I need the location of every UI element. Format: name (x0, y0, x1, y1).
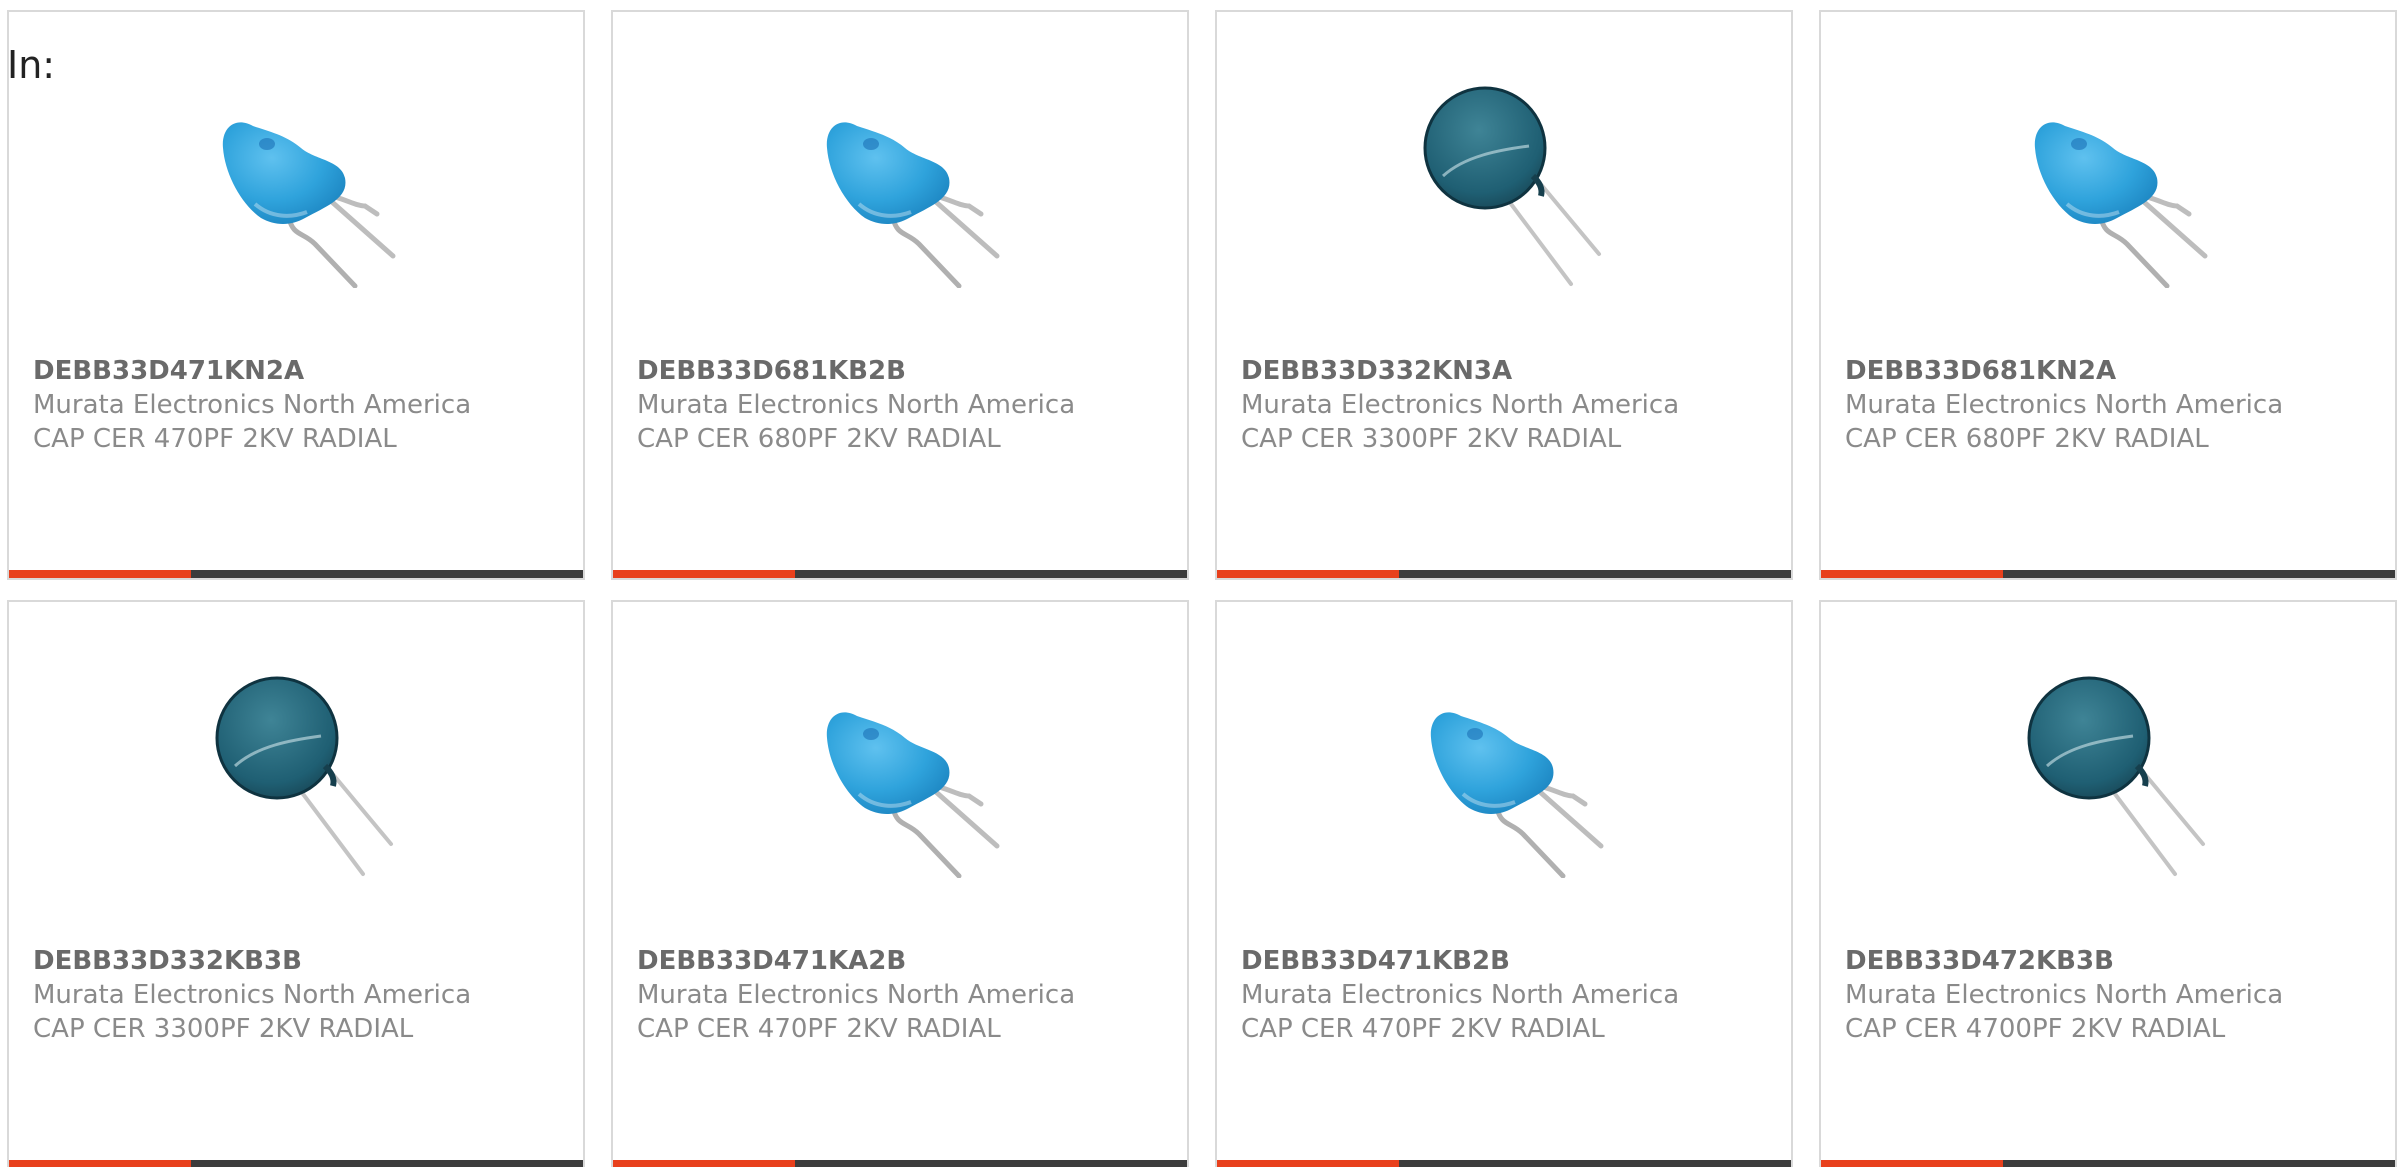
teal-disc-capacitor-icon (2007, 676, 2213, 878)
product-card[interactable]: DEBB33D472KB3B Murata Electronics North … (1819, 600, 2397, 1167)
blue-disc-capacitor-icon (1403, 676, 1609, 878)
teal-disc-capacitor-icon (1403, 86, 1609, 288)
product-card[interactable]: DEBB33D681KB2B Murata Electronics North … (611, 10, 1189, 580)
product-card[interactable]: DEBB33D681KN2A Murata Electronics North … (1819, 10, 2397, 580)
card-footer-bar (1217, 1160, 1791, 1167)
manufacturer-text: Murata Electronics North America (1845, 390, 2284, 420)
description-text: CAP CER 680PF 2KV RADIAL (637, 424, 1001, 454)
card-footer-bar (9, 570, 583, 578)
part-number-link[interactable]: DEBB33D472KB3B (1845, 944, 2385, 978)
manufacturer-text: Murata Electronics North America (1845, 980, 2284, 1010)
product-card[interactable]: DEBB33D471KB2B Murata Electronics North … (1215, 600, 1793, 1167)
teal-disc-capacitor-icon (195, 676, 401, 878)
product-card[interactable]: DEBB33D332KN3A Murata Electronics North … (1215, 10, 1793, 580)
card-footer-bar (1821, 570, 2395, 578)
card-accent-bar (1821, 1160, 2003, 1167)
part-number-link[interactable]: DEBB33D681KN2A (1845, 354, 2385, 388)
product-grid: DEBB33D471KN2A Murata Electronics North … (7, 10, 2400, 1167)
blue-disc-capacitor-icon (799, 86, 1005, 288)
product-card[interactable]: DEBB33D471KA2B Murata Electronics North … (611, 600, 1189, 1167)
manufacturer-text: Murata Electronics North America (33, 390, 472, 420)
card-footer-bar (613, 570, 1187, 578)
card-accent-bar (613, 1160, 795, 1167)
card-accent-bar (1821, 570, 2003, 578)
card-accent-bar (9, 570, 191, 578)
part-number-link[interactable]: DEBB33D471KN2A (33, 354, 573, 388)
description-text: CAP CER 680PF 2KV RADIAL (1845, 424, 2209, 454)
manufacturer-text: Murata Electronics North America (1241, 980, 1680, 1010)
manufacturer-text: Murata Electronics North America (637, 390, 1076, 420)
in-label: In: (7, 43, 56, 87)
description-text: CAP CER 4700PF 2KV RADIAL (1845, 1014, 2226, 1044)
part-number-link[interactable]: DEBB33D332KN3A (1241, 354, 1781, 388)
card-footer-bar (1821, 1160, 2395, 1167)
card-footer-bar (9, 1160, 583, 1167)
description-text: CAP CER 470PF 2KV RADIAL (1241, 1014, 1605, 1044)
manufacturer-text: Murata Electronics North America (1241, 390, 1680, 420)
manufacturer-text: Murata Electronics North America (33, 980, 472, 1010)
blue-disc-capacitor-icon (2007, 86, 2213, 288)
part-number-link[interactable]: DEBB33D471KB2B (1241, 944, 1781, 978)
card-accent-bar (1217, 570, 1399, 578)
card-accent-bar (1217, 1160, 1399, 1167)
blue-disc-capacitor-icon (195, 86, 401, 288)
card-footer-bar (613, 1160, 1187, 1167)
product-grid-page: In: DEBB33D471KN2A Murata Electronics No… (0, 0, 2400, 1167)
description-text: CAP CER 3300PF 2KV RADIAL (1241, 424, 1622, 454)
product-card[interactable]: DEBB33D471KN2A Murata Electronics North … (7, 10, 585, 580)
part-number-link[interactable]: DEBB33D471KA2B (637, 944, 1177, 978)
blue-disc-capacitor-icon (799, 676, 1005, 878)
description-text: CAP CER 470PF 2KV RADIAL (33, 424, 397, 454)
description-text: CAP CER 3300PF 2KV RADIAL (33, 1014, 414, 1044)
card-accent-bar (9, 1160, 191, 1167)
product-card[interactable]: DEBB33D332KB3B Murata Electronics North … (7, 600, 585, 1167)
manufacturer-text: Murata Electronics North America (637, 980, 1076, 1010)
description-text: CAP CER 470PF 2KV RADIAL (637, 1014, 1001, 1044)
part-number-link[interactable]: DEBB33D681KB2B (637, 354, 1177, 388)
card-accent-bar (613, 570, 795, 578)
card-footer-bar (1217, 570, 1791, 578)
part-number-link[interactable]: DEBB33D332KB3B (33, 944, 573, 978)
